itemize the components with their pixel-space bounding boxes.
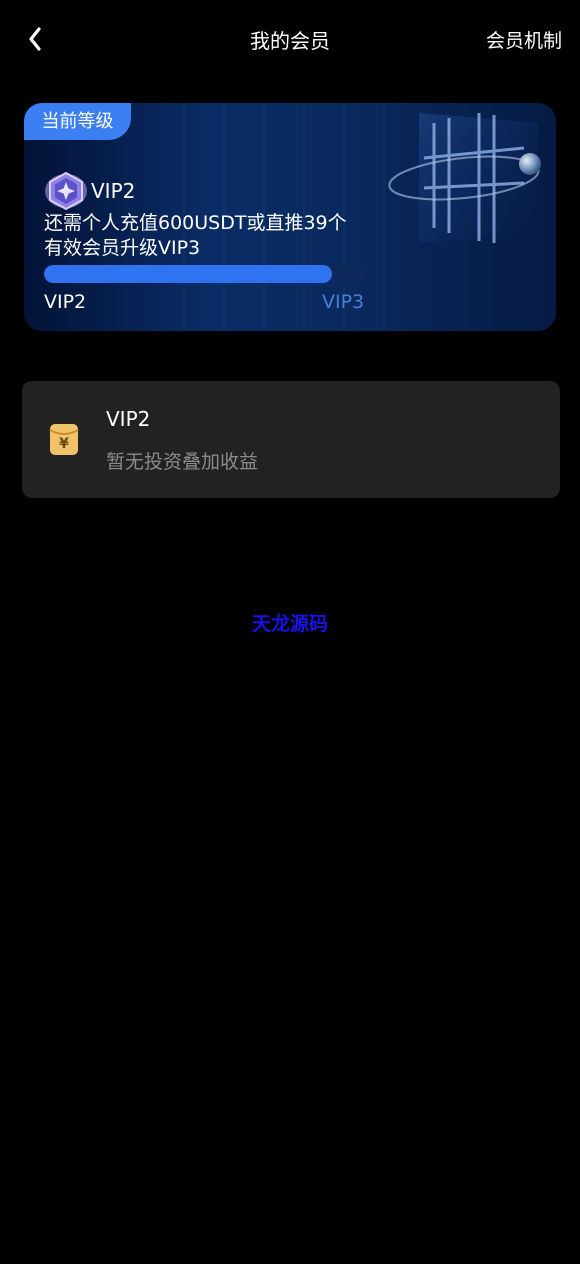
progress-next-level: VIP3 [322, 291, 365, 313]
level-progress-bar [44, 265, 364, 283]
watermark-text: 天龙源码 [251, 613, 328, 635]
benefit-description: 暂无投资叠加收益 [106, 451, 259, 473]
svg-text:¥: ¥ [59, 436, 69, 452]
vip-badge-icon [45, 171, 87, 211]
level-progress-fill [44, 265, 332, 283]
upgrade-hint-line-2: 有效会员升级VIP3 [44, 237, 201, 259]
current-level-label: VIP2 [91, 179, 136, 203]
current-level-tag: 当前等级 [24, 103, 131, 140]
upgrade-hint-line-1: 还需个人充值600USDT或直推39个 [44, 212, 347, 234]
red-envelope-yen-icon: ¥ [49, 424, 79, 455]
top-navigation-bar: 我的会员 会员机制 [0, 0, 580, 80]
upgrade-requirement-text: 还需个人充值600USDT或直推39个 有效会员升级VIP3 [44, 211, 364, 261]
current-level-card: 当前等级 VIP2 还需个人充值600USDT或直推39个 有效会员升级VIP3… [24, 103, 556, 331]
level-benefit-card: ¥ VIP2 暂无投资叠加收益 [22, 381, 560, 498]
benefit-level-title: VIP2 [106, 407, 151, 431]
membership-rules-link[interactable]: 会员机制 [486, 28, 562, 54]
progress-start-level: VIP2 [44, 291, 87, 313]
